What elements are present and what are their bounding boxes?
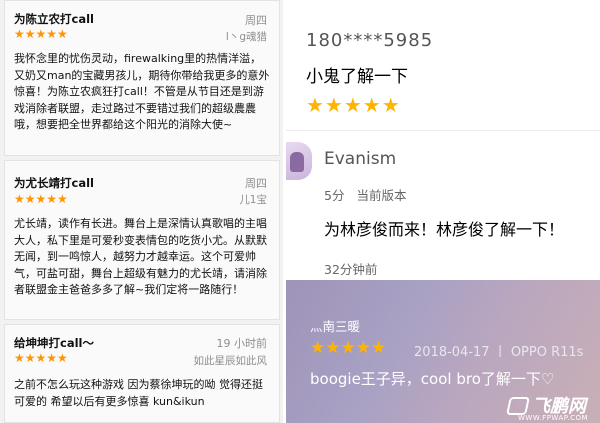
watermark-logo-icon — [506, 397, 530, 415]
review-date: 19 小时前 — [216, 337, 268, 350]
review-title: 给坤坤打call～ — [14, 336, 94, 350]
review-date-device: 2018-04-17 丨 OPPO R11s — [414, 345, 584, 360]
review-title: 为陈立农打call — [14, 12, 94, 26]
review-card[interactable]: 为陈立农打call 周四 ★★★★★ l丶g魂猎 我怀念里的忧伤灵动，firew… — [4, 0, 280, 156]
star-rating: ★★★★★ — [14, 27, 68, 41]
avatar[interactable] — [286, 142, 312, 180]
star-rating: ★★★★★ — [310, 338, 387, 358]
review-body: 小鬼了解一下 — [306, 67, 408, 87]
star-rating: ★★★★★ — [14, 192, 68, 206]
review-author: 灬南三暖 — [310, 319, 361, 334]
review-meta: 5分 当前版本 — [324, 185, 406, 204]
review-date: 周四 — [245, 14, 267, 27]
left-review-column: 为陈立农打call 周四 ★★★★★ l丶g魂猎 我怀念里的忧伤灵动，firew… — [0, 0, 283, 423]
star-rating: ★★★★★ — [306, 93, 401, 117]
review-title: 为尤长靖打call — [14, 176, 94, 190]
review-body: 尤长靖，读作有长进。舞台上是深情认真歌唱的主唱大人，私下里是可爱秒变表情包的吃货… — [14, 217, 267, 296]
review-author: 180****5985 — [306, 30, 434, 51]
review-author: l丶g魂猎 — [225, 31, 267, 43]
star-rating: ★★★★★ — [14, 351, 68, 365]
review-author: 儿1宝 — [239, 194, 267, 206]
review-card-phone-user[interactable]: 180****5985 小鬼了解一下 ★★★★★ — [286, 0, 600, 130]
review-date: 周四 — [245, 177, 267, 190]
review-card-gradient[interactable]: 灬南三暖 ★★★★★ 2018-04-17 丨 OPPO R11s boogie… — [286, 280, 600, 423]
review-card[interactable]: 给坤坤打call～ 19 小时前 ★★★★★ 如此星辰如此风 之前不怎么玩这种游… — [4, 324, 280, 423]
review-card-evanism[interactable]: Evanism 5分 当前版本 为林彦俊而来！林彦俊了解一下！ 32分钟前 — [286, 130, 600, 280]
review-body: 我怀念里的忧伤灵动，firewalking里的热情洋溢，又奶又man的宝藏男孩儿… — [14, 52, 270, 131]
review-time: 32分钟前 — [324, 262, 378, 277]
review-body: boogie王子异，cool bro了解一下♡ — [310, 370, 555, 388]
avatar-figure-icon — [290, 152, 304, 172]
watermark-url: WWW.FPWAP.COM — [518, 414, 589, 422]
review-card[interactable]: 为尤长靖打call 周四 ★★★★★ 儿1宝 尤长靖，读作有长进。舞台上是深情认… — [4, 160, 280, 320]
review-author: 如此星辰如此风 — [193, 355, 268, 367]
review-score: 5分 — [324, 188, 345, 203]
review-body: 为林彦俊而来！林彦俊了解一下！ — [324, 220, 565, 239]
review-version: 当前版本 — [356, 188, 407, 203]
review-author: Evanism — [324, 149, 397, 169]
review-body: 之前不怎么玩这种游戏 因为蔡徐坤玩的呦 觉得还挺可爱的 希望以后有更多惊喜 ku… — [14, 378, 263, 408]
